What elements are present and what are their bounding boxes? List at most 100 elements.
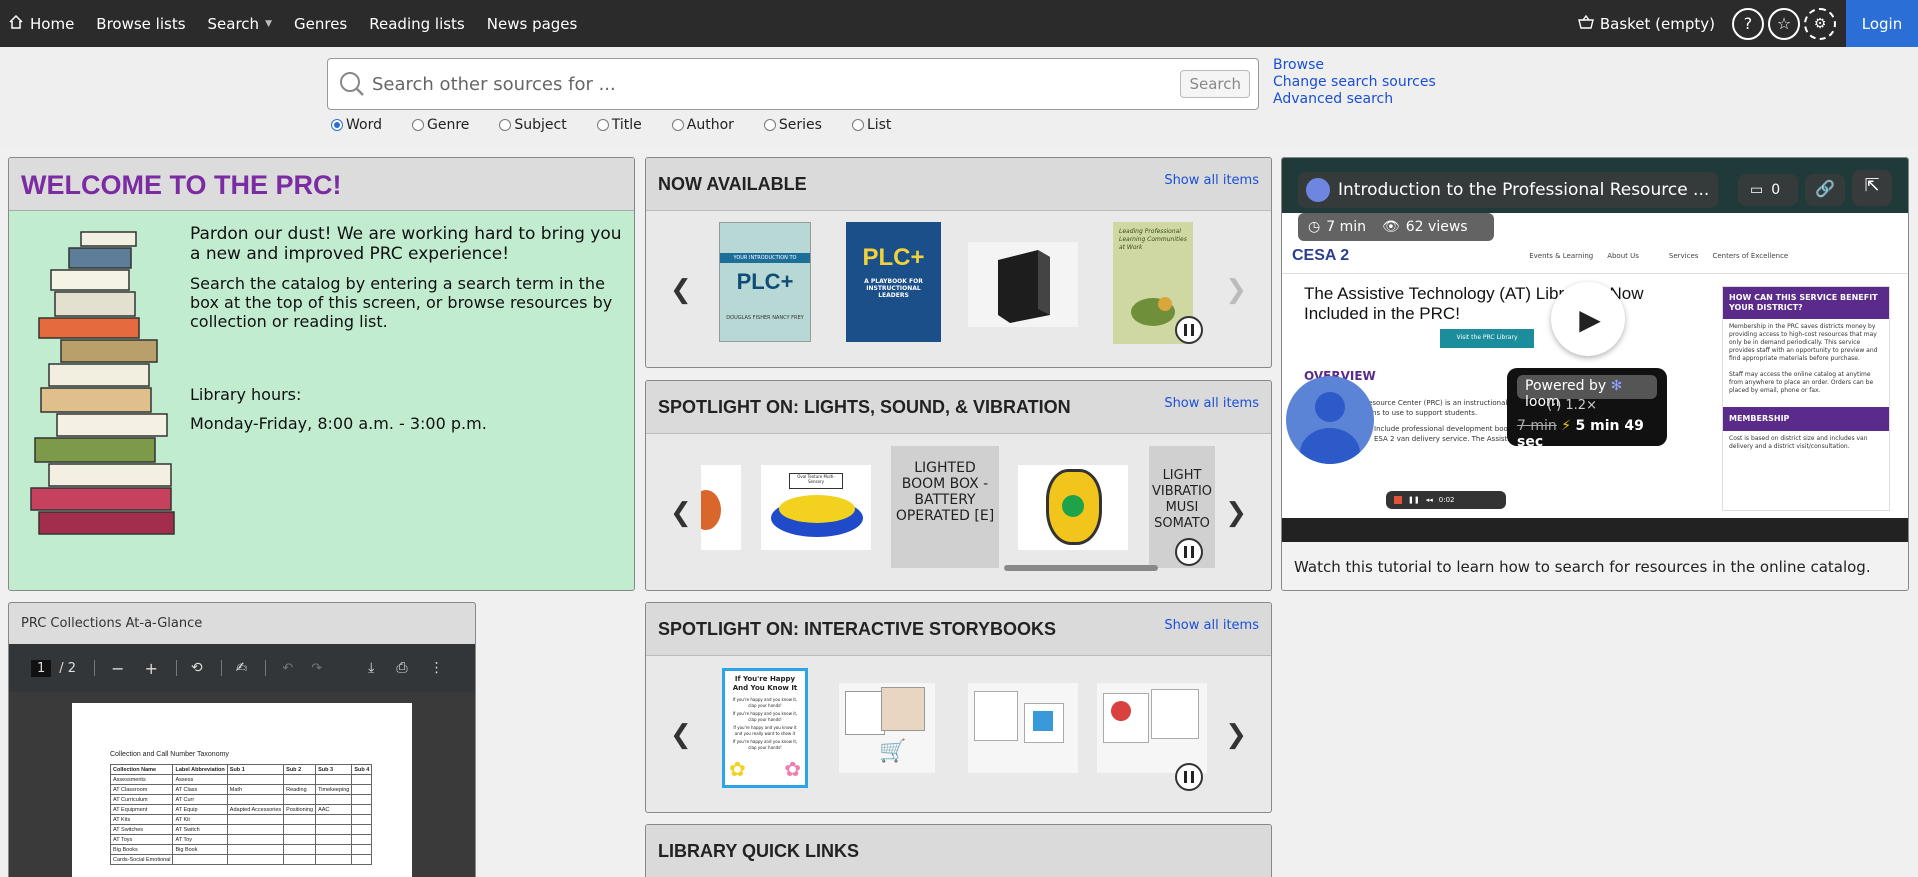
open-external-button[interactable]: ⇱	[1852, 170, 1892, 206]
table-cell	[315, 854, 353, 865]
sidebar-text: Cost is based on district size and inclu…	[1729, 435, 1868, 450]
change-search-sources-link[interactable]: Change search sources	[1273, 74, 1436, 91]
radio-series[interactable]: Series	[763, 117, 822, 133]
nav-news-pages[interactable]: News pages	[476, 0, 589, 47]
nav-search[interactable]: Search ▼	[197, 0, 283, 47]
radio-title[interactable]: Title	[596, 117, 642, 133]
welcome-title: WELCOME TO THE PRC!	[9, 158, 634, 211]
show-all-link[interactable]: Show all items	[1164, 396, 1259, 411]
undo-icon[interactable]: ↶	[282, 661, 293, 676]
login-button[interactable]: Login	[1846, 0, 1918, 47]
lightning-icon: ⚡	[1561, 418, 1572, 434]
product-image[interactable]	[1018, 465, 1128, 550]
radio-word-dot	[331, 119, 343, 131]
show-all-link[interactable]: Show all items	[1164, 618, 1259, 633]
nav-home-label: Home	[30, 14, 75, 33]
nav-search-label: Search	[207, 14, 260, 33]
search-area: Search Browse Change search sources Adva…	[0, 47, 1918, 147]
zoom-in-icon[interactable]: +	[144, 659, 157, 678]
carousel-next-arrow[interactable]: ❯	[1225, 720, 1247, 750]
carousel-body: ❮ YOUR INTRODUCTION TO PLC+ DOUGLAS FISH…	[646, 212, 1271, 367]
lights-sound-vibration-carousel: SPOTLIGHT ON: LIGHTS, SOUND, & VIBRATION…	[645, 380, 1272, 591]
user-avatar	[1286, 376, 1374, 464]
storybook-lyric: If you're happy and you know it, clap yo…	[732, 739, 798, 750]
carousel-scrollbar[interactable]	[1004, 565, 1158, 571]
pdf-toolbar: 1 / 2 − + ⟲ ✍ ↶ ↷ ⤓ ⎙ ⋮	[9, 644, 475, 692]
product-text-card[interactable]: LIGHTED BOOM BOX - BATTERY OPERATED [E]	[891, 446, 999, 568]
interactive-storybooks-carousel: SPOTLIGHT ON: INTERACTIVE STORYBOOKS Sho…	[645, 602, 1272, 813]
table-header-row: Collection Name Label Abbreviation Sub 1…	[109, 764, 373, 775]
carousel-prev-arrow[interactable]: ❮	[670, 720, 692, 750]
pdf-toolbar-divider	[94, 660, 96, 676]
nav-home[interactable]: Home	[0, 0, 85, 47]
carousel-body: ❮ Oval Texture Multi-Sensory LIGHTED BOO…	[646, 435, 1271, 590]
nav-reading-lists-label: Reading lists	[369, 14, 465, 33]
redo-icon[interactable]: ↷	[311, 661, 322, 676]
table-header-cell: Sub 4	[351, 764, 373, 775]
nav-reading-lists[interactable]: Reading lists	[358, 0, 476, 47]
carousel-next-arrow[interactable]: ❯	[1225, 498, 1247, 528]
storybook-page	[845, 691, 885, 735]
play-button[interactable]: ▶	[1551, 282, 1625, 356]
rotate-icon[interactable]: ⟲	[191, 660, 203, 676]
table-cell: Assessments	[109, 774, 174, 785]
table-cell	[351, 854, 373, 865]
book-cover[interactable]: YOUR INTRODUCTION TO PLC+ DOUGLAS FISHER…	[719, 222, 811, 342]
storybook-cover[interactable]: If You're Happy And You Know It If you'r…	[722, 668, 808, 788]
speed-overlay: Powered by ✻ loom (·) 1.2× 7 min ⚡ 5 min…	[1507, 368, 1667, 450]
carousel-next-arrow[interactable]: ❯	[1225, 275, 1247, 305]
search-button[interactable]: Search	[1180, 70, 1250, 98]
zoom-out-icon[interactable]: −	[111, 659, 124, 678]
radio-word[interactable]: Word	[331, 117, 382, 133]
more-options-icon[interactable]: ⋮	[430, 660, 444, 676]
copy-link-button[interactable]: 🔗	[1805, 174, 1845, 206]
show-all-link[interactable]: Show all items	[1164, 173, 1259, 188]
powered-by: Powered by ✻ loom	[1517, 375, 1657, 410]
carousel-pause-button[interactable]	[1175, 538, 1203, 566]
storybook-image[interactable]	[968, 683, 1078, 773]
radio-list[interactable]: List	[851, 117, 891, 133]
basket-button[interactable]: Basket (empty)	[1570, 0, 1726, 47]
product-image[interactable]	[701, 465, 741, 550]
product-drum-image	[701, 490, 721, 530]
storybook-image[interactable]: 🛒	[839, 683, 935, 773]
radio-word-label: Word	[346, 117, 382, 133]
nav-browse-lists[interactable]: Browse lists	[85, 0, 196, 47]
carousel-pause-button[interactable]	[1175, 316, 1203, 344]
search-input[interactable]	[372, 69, 1072, 99]
book-cover[interactable]	[968, 242, 1078, 327]
table-header-cell: Sub 1	[226, 764, 285, 775]
product-image[interactable]: Oval Texture Multi-Sensory	[761, 465, 871, 550]
radio-genre[interactable]: Genre	[411, 117, 469, 133]
carousel-prev-arrow[interactable]: ❮	[670, 498, 692, 528]
carousel-prev-arrow[interactable]: ❮	[670, 275, 692, 305]
table-cell	[351, 774, 373, 785]
radio-subject[interactable]: Subject	[499, 117, 567, 133]
table-cell	[315, 844, 353, 855]
nav-genres[interactable]: Genres	[283, 0, 358, 47]
help-button[interactable]: ?	[1732, 7, 1764, 40]
table-cell: AT Equipment	[109, 804, 174, 815]
annotate-icon[interactable]: ✍	[236, 660, 248, 676]
download-icon[interactable]: ⤓	[368, 660, 374, 676]
table-cell	[283, 824, 317, 835]
table-cell	[172, 854, 228, 865]
table-cell	[283, 844, 317, 855]
table-cell: Timekeeping	[315, 784, 353, 795]
welcome-instructions: Search the catalog by entering a search …	[190, 274, 613, 331]
pdf-page-input[interactable]: 1	[31, 659, 52, 677]
carousel-pause-button[interactable]	[1175, 763, 1203, 791]
video-player[interactable]: CESA 2 Events & Learning About Us Servic…	[1282, 158, 1908, 542]
storybook-image[interactable]	[1097, 683, 1207, 773]
recording-controls: ❚❚ ◂◂ 0:02	[1386, 491, 1506, 509]
book-cover[interactable]: PLC+ A PLAYBOOK FOR INSTRUCTIONAL LEADER…	[846, 222, 941, 342]
favorites-button[interactable]: ☆	[1768, 7, 1800, 40]
comments-button[interactable]: ▭ 0	[1738, 174, 1798, 206]
print-icon[interactable]: ⎙	[396, 660, 407, 676]
sidebar-text: Staff may access the online catalog at a…	[1729, 371, 1874, 394]
advanced-search-link[interactable]: Advanced search	[1273, 91, 1436, 108]
settings-button[interactable]: ⚙	[1804, 7, 1836, 40]
gear-icon: ⚙	[1813, 15, 1827, 32]
browse-link[interactable]: Browse	[1273, 57, 1436, 74]
radio-author[interactable]: Author	[671, 117, 734, 133]
